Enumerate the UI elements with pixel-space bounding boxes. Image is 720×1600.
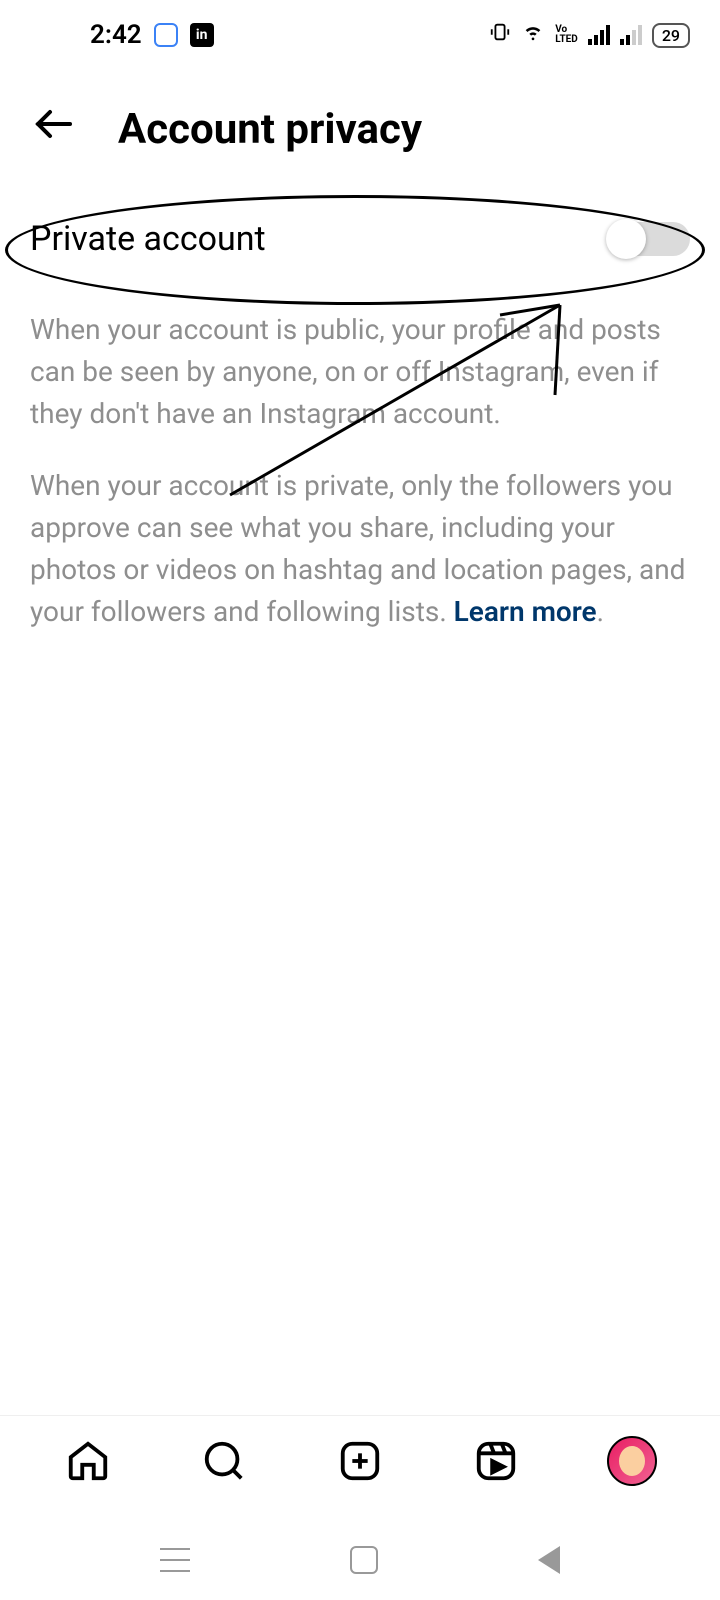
back-button[interactable]	[30, 100, 78, 159]
create-tab[interactable]	[335, 1436, 385, 1486]
profile-tab[interactable]	[607, 1436, 657, 1486]
page-title: Account privacy	[118, 105, 422, 154]
bottom-nav	[0, 1415, 720, 1505]
status-bar: 2:42 in Vo LTED 29	[0, 0, 720, 70]
learn-more-link[interactable]: Learn more	[454, 595, 597, 628]
volte-icon: Vo LTED	[555, 25, 578, 45]
description-text: When your account is public, your profil…	[0, 279, 720, 693]
battery-indicator: 29	[652, 23, 690, 48]
home-button[interactable]	[350, 1546, 378, 1574]
recents-button[interactable]	[160, 1548, 190, 1572]
signal-1-icon	[588, 25, 610, 45]
private-account-toggle[interactable]	[610, 222, 690, 256]
signal-2-icon	[620, 25, 642, 45]
header: Account privacy	[0, 70, 720, 199]
home-tab[interactable]	[63, 1436, 113, 1486]
private-account-label: Private account	[30, 219, 266, 259]
avatar-icon	[607, 1436, 657, 1486]
search-tab[interactable]	[199, 1436, 249, 1486]
private-account-row[interactable]: Private account	[0, 199, 720, 279]
system-nav	[0, 1520, 720, 1600]
description-paragraph-2: When your account is private, only the f…	[30, 465, 690, 633]
back-system-button[interactable]	[538, 1546, 560, 1574]
reels-tab[interactable]	[471, 1436, 521, 1486]
status-time: 2:42	[90, 20, 142, 50]
toggle-thumb	[606, 219, 646, 259]
wifi-icon	[521, 20, 545, 50]
vibrate-icon	[489, 20, 511, 50]
status-left: 2:42 in	[90, 20, 214, 50]
description-paragraph-1: When your account is public, your profil…	[30, 309, 690, 435]
app-icon	[154, 23, 178, 47]
status-right: Vo LTED 29	[489, 20, 690, 50]
linkedin-icon: in	[190, 23, 214, 47]
